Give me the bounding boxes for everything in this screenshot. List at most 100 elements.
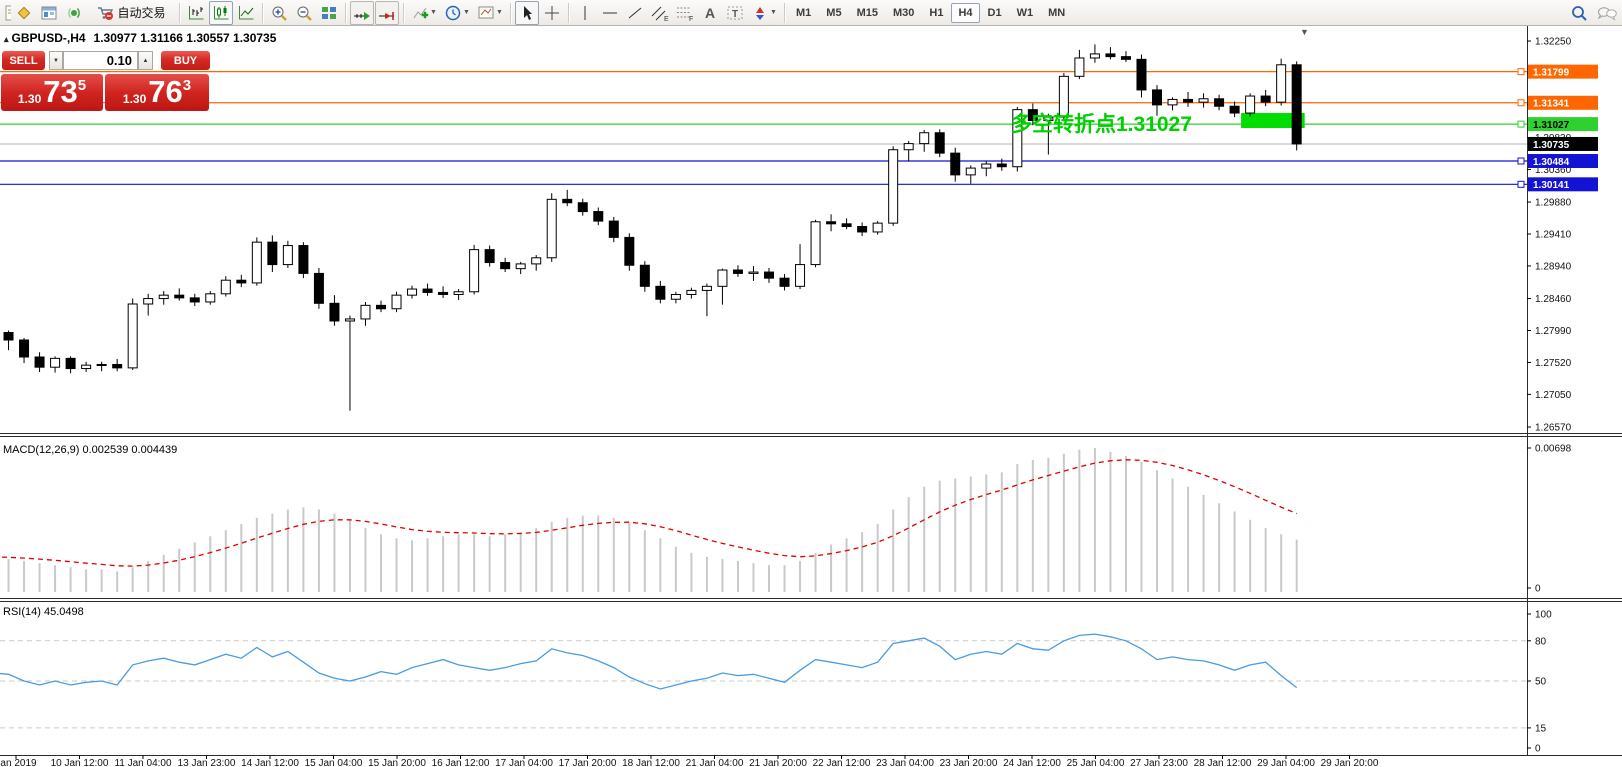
svg-text:80: 80 (1535, 636, 1547, 647)
svg-text:15: 15 (1535, 723, 1547, 734)
chart-corner-dropdown-icon[interactable]: ▼ (1300, 27, 1309, 37)
svg-text:A: A (705, 5, 715, 21)
sell-button[interactable]: SELL (2, 51, 45, 70)
svg-text:T: T (732, 9, 738, 20)
svg-text:23 Jan 04:00: 23 Jan 04:00 (876, 758, 934, 767)
autotrading-label: 自动交易 (117, 6, 166, 20)
chart-shift-icon[interactable] (375, 0, 399, 25)
separator (510, 2, 511, 23)
symbol-marker-icon: ▴ (4, 34, 9, 44)
candlestick-chart-icon[interactable] (209, 0, 233, 25)
svg-text:29 Jan 04:00: 29 Jan 04:00 (1257, 758, 1315, 767)
text-label-icon[interactable]: T (723, 1, 747, 25)
svg-text:21 Jan 20:00: 21 Jan 20:00 (749, 758, 807, 767)
macd-label: MACD(12,26,9) 0.002539 0.004439 (3, 444, 178, 456)
svg-text:13 Jan 23:00: 13 Jan 23:00 (178, 758, 236, 767)
chevron-down-icon: ▼ (496, 9, 503, 16)
trendline-icon[interactable] (623, 1, 647, 25)
zoom-in-icon[interactable] (267, 1, 291, 25)
auto-scroll-icon[interactable] (350, 0, 374, 25)
sell-price-button[interactable]: 1.30 73 5 (1, 74, 103, 111)
chevron-down-icon: ▼ (430, 9, 437, 16)
zoom-out-icon[interactable] (292, 1, 316, 25)
separator (345, 2, 346, 23)
svg-text:0: 0 (1535, 584, 1541, 595)
new-order-icon[interactable] (12, 1, 36, 25)
templates-button[interactable]: ▼ (474, 1, 506, 25)
svg-text:1.26570: 1.26570 (1535, 423, 1572, 434)
svg-text:1.27050: 1.27050 (1535, 390, 1572, 401)
tf-m30[interactable]: M30 (886, 3, 921, 23)
bar-chart-icon[interactable] (184, 1, 208, 25)
search-icon[interactable] (1567, 1, 1591, 25)
symbol-period: GBPUSD-,H4 (11, 31, 86, 45)
fibonacci-icon[interactable]: F (673, 1, 697, 25)
periods-button[interactable]: ▼ (441, 1, 473, 25)
chart-title: ▴ GBPUSD-,H4 1.30977 1.31166 1.30557 1.307… (4, 31, 276, 45)
ohlc-quotes: 1.30977 1.31166 1.30557 1.30735 (93, 31, 277, 45)
separator (568, 2, 569, 23)
tf-h4[interactable]: H4 (951, 2, 980, 23)
svg-text:1.29410: 1.29410 (1535, 230, 1572, 241)
horizontal-line-icon[interactable] (598, 1, 622, 25)
separator (784, 2, 785, 23)
text-icon[interactable]: A (698, 1, 722, 25)
buy-price-big: 76 (148, 74, 183, 109)
tile-windows-icon[interactable] (317, 1, 341, 25)
autotrading-icon (98, 6, 114, 20)
crosshair-icon[interactable] (540, 1, 564, 25)
svg-text:1.32250: 1.32250 (1535, 37, 1572, 48)
tf-d1[interactable]: D1 (981, 3, 1009, 23)
svg-text:10 Jan 12:00: 10 Jan 12:00 (51, 758, 109, 767)
indicators-button[interactable]: ▼ (408, 1, 440, 25)
tf-mn[interactable]: MN (1041, 3, 1072, 23)
buy-button[interactable]: BUY (161, 51, 210, 70)
rsi-label: RSI(14) 45.0498 (3, 606, 84, 618)
chart-canvas[interactable]: 1.322501.317801.313101.308301.303601.298… (0, 0, 1622, 767)
profiles-icon[interactable] (37, 1, 61, 25)
tf-h1[interactable]: H1 (922, 3, 950, 23)
svg-text:1.27520: 1.27520 (1535, 358, 1572, 369)
svg-text:0.00698: 0.00698 (1535, 444, 1572, 455)
tf-m15[interactable]: M15 (850, 3, 885, 23)
svg-text:14 Jan 12:00: 14 Jan 12:00 (241, 758, 299, 767)
tf-m1[interactable]: M1 (789, 3, 818, 23)
equidistant-channel-icon[interactable]: E (648, 1, 672, 25)
volume-increase-button[interactable]: ▲ (138, 51, 153, 70)
buy-price-button[interactable]: 1.30 76 3 (105, 74, 209, 111)
svg-text:100: 100 (1535, 610, 1552, 621)
volume-input[interactable]: 0.10 (63, 51, 138, 70)
arrows-button[interactable]: ▼ (748, 1, 780, 25)
chevron-down-icon: ▼ (770, 9, 777, 16)
sell-price-sup: 5 (77, 77, 87, 94)
chevron-down-icon: ▼ (463, 9, 470, 16)
svg-text:1.28940: 1.28940 (1535, 261, 1572, 272)
svg-text:15 Jan 20:00: 15 Jan 20:00 (368, 758, 426, 767)
tf-w1[interactable]: W1 (1010, 3, 1041, 23)
volume-decrease-button[interactable]: ▼ (49, 51, 63, 70)
svg-text:16 Jan 12:00: 16 Jan 12:00 (432, 758, 490, 767)
svg-text:28 Jan 12:00: 28 Jan 12:00 (1194, 758, 1252, 767)
svg-text:1.29880: 1.29880 (1535, 198, 1572, 209)
toolbar: 自动交易 ▼ ▼ ▼ E F A T ▼ M1 M5 M15 M30 H1 H4… (0, 0, 1622, 26)
svg-text:Jan 2019: Jan 2019 (0, 758, 37, 767)
cursor-icon[interactable] (515, 0, 539, 25)
svg-text:1.30141: 1.30141 (1533, 180, 1570, 191)
svg-text:50: 50 (1535, 677, 1547, 688)
signals-icon[interactable] (62, 1, 86, 25)
svg-text:17 Jan 20:00: 17 Jan 20:00 (559, 758, 617, 767)
svg-text:29 Jan 20:00: 29 Jan 20:00 (1321, 758, 1379, 767)
clipped-icon (3, 2, 11, 24)
autotrading-button[interactable]: 自动交易 (87, 1, 175, 25)
separator (403, 2, 404, 23)
chart-annotation-text[interactable]: 多空转折点1.31027 (1011, 108, 1192, 138)
vertical-line-icon[interactable] (573, 1, 597, 25)
sell-price-big: 73 (43, 74, 78, 109)
line-chart-icon[interactable] (234, 1, 258, 25)
separator (262, 2, 263, 23)
tf-m5[interactable]: M5 (819, 3, 848, 23)
svg-text:1.27990: 1.27990 (1535, 326, 1572, 337)
svg-text:25 Jan 04:00: 25 Jan 04:00 (1067, 758, 1125, 767)
svg-text:E: E (664, 16, 669, 22)
chat-icon[interactable] (1595, 1, 1619, 25)
